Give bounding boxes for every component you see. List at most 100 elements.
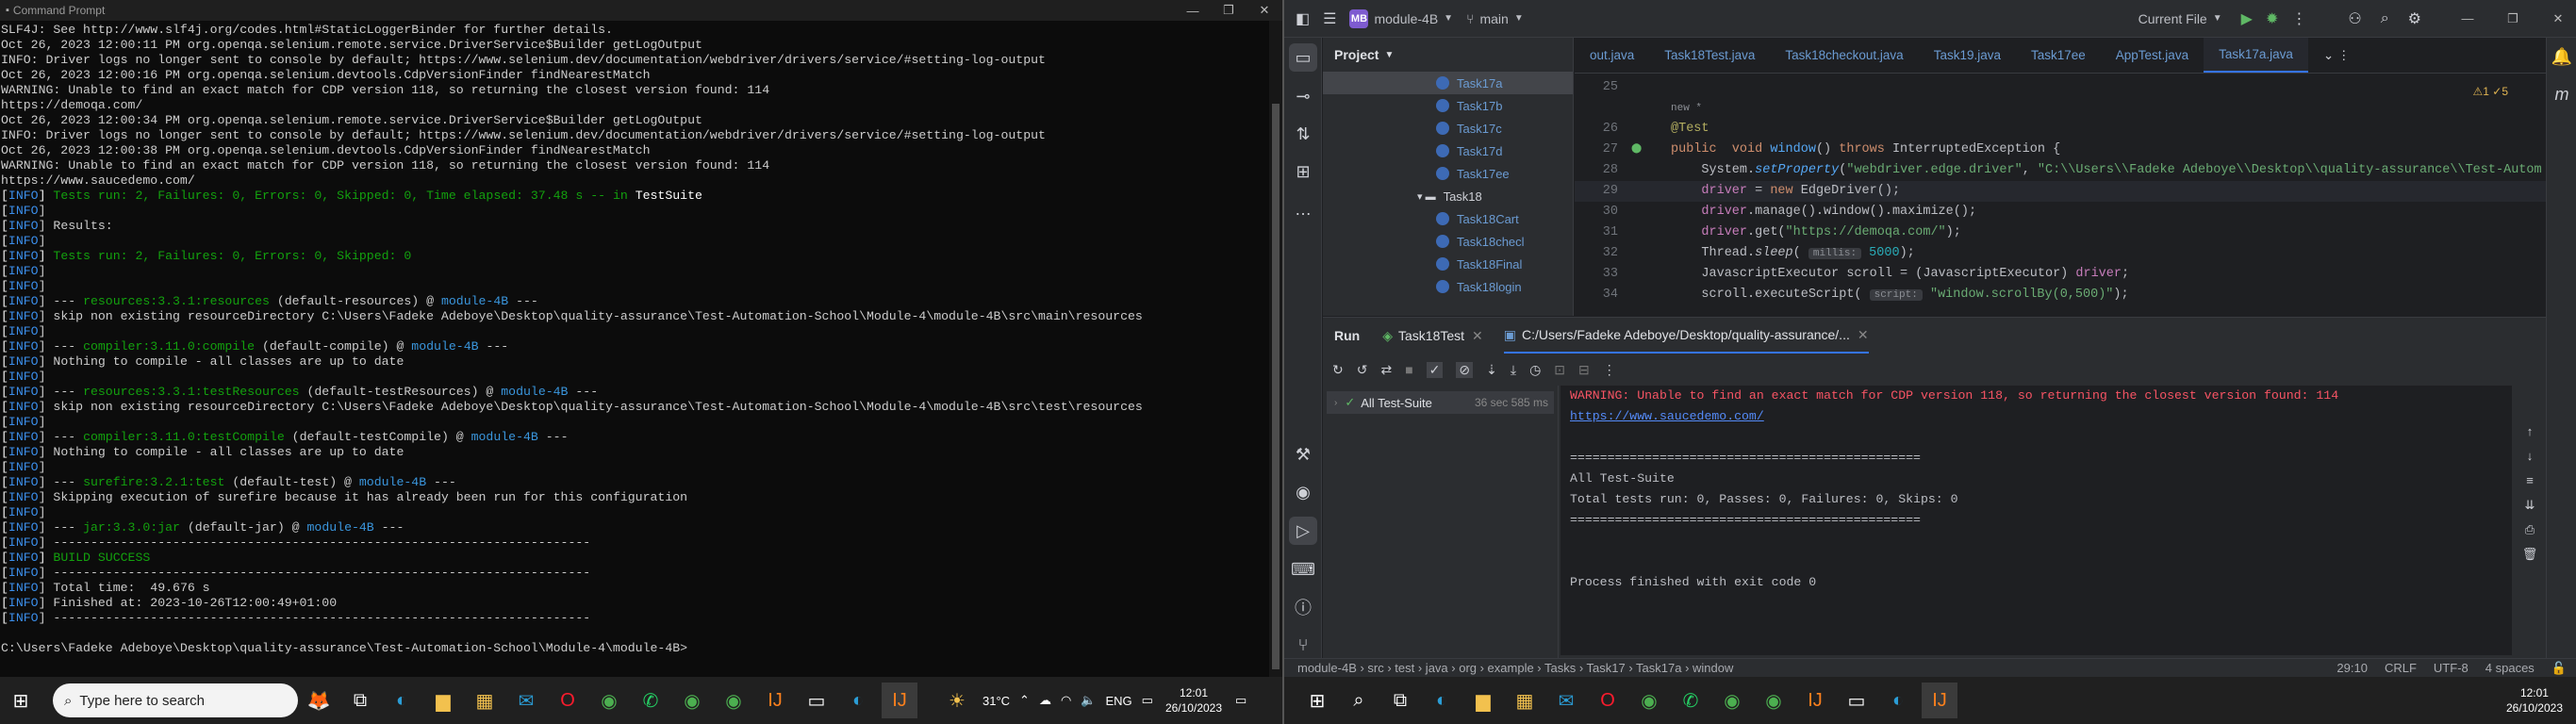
gutter[interactable] — [1631, 77, 1671, 98]
rerun-failed-icon[interactable]: ↺ — [1357, 362, 1368, 378]
tab-overflow-icon[interactable]: ⌄ ⋮ — [2308, 38, 2366, 73]
edge-icon[interactable]: ◐ — [384, 683, 420, 718]
editor-tab[interactable]: out.java — [1575, 38, 1649, 73]
export-icon[interactable]: ⊡ — [1554, 362, 1565, 378]
show-ignored-icon[interactable]: ⊘ — [1456, 361, 1474, 378]
command-prompt-window[interactable]: ▪ Command Prompt — ❐ ✕ SLF4J: See http:/… — [0, 0, 1282, 677]
stop-icon[interactable]: ■ — [1405, 362, 1412, 377]
run-tool-icon[interactable]: ▷ — [1289, 517, 1317, 545]
close-tab-icon[interactable]: ✕ — [1472, 328, 1483, 344]
task-view-icon[interactable]: ⧉ — [1382, 683, 1418, 718]
rerun-icon[interactable]: ↻ — [1332, 362, 1344, 378]
console-link[interactable]: https://www.saucedemo.com/ — [1570, 406, 2512, 427]
chrome-icon[interactable]: ◉ — [1756, 683, 1792, 718]
tree-class-item[interactable]: Task17a — [1323, 72, 1573, 94]
project-switcher[interactable]: MB module-4B ▼ — [1349, 8, 1453, 28]
tree-class-item[interactable]: Task18checl — [1323, 230, 1573, 253]
opera-icon[interactable]: O — [1590, 683, 1626, 718]
collapse-icon[interactable]: ⊟ — [1578, 362, 1590, 378]
add-user-icon[interactable]: ⚇ — [2348, 9, 2361, 28]
tree-class-item[interactable]: Task17c — [1323, 117, 1573, 140]
gutter[interactable] — [1631, 264, 1671, 285]
volume-icon[interactable]: 🔈 — [1081, 693, 1096, 708]
toggle-autotest-icon[interactable]: ⇄ — [1380, 362, 1392, 378]
project-tool-icon[interactable]: ▭ — [1289, 43, 1317, 72]
run-config-selector[interactable]: Current File ▼ — [2138, 11, 2222, 26]
cmd-titlebar[interactable]: ▪ Command Prompt — ❐ ✕ — [0, 0, 1282, 21]
tree-class-item[interactable]: Task17d — [1323, 140, 1573, 162]
tree-class-item[interactable]: Task18Final — [1323, 253, 1573, 275]
run-icon[interactable]: ▶ — [2241, 9, 2253, 28]
chrome-icon[interactable]: ◉ — [1714, 683, 1750, 718]
fox-logo-icon[interactable]: 🦊 — [301, 683, 337, 718]
project-panel-header[interactable]: Project ▼ — [1323, 38, 1573, 72]
test-suite-row[interactable]: › ✓ All Test-Suite 36 sec 585 ms — [1327, 391, 1554, 414]
more-actions-icon[interactable]: ⋮ — [2291, 9, 2306, 28]
chrome-icon[interactable]: ◉ — [1631, 683, 1667, 718]
opera-icon[interactable]: O — [550, 683, 586, 718]
editor-tab[interactable]: AppTest.java — [2101, 38, 2204, 73]
file-explorer-icon[interactable]: ▆ — [425, 683, 461, 718]
calendar-icon[interactable]: ▦ — [1507, 683, 1543, 718]
network-icon[interactable]: ☁ — [1039, 693, 1051, 708]
pull-requests-icon[interactable]: ⇅ — [1284, 115, 1322, 153]
code-line[interactable]: 31 driver.get("https://demoqa.com/"); — [1575, 222, 2546, 243]
tree-class-item[interactable]: Task17b — [1323, 94, 1573, 117]
terminal-icon[interactable]: ▭ — [1839, 683, 1874, 718]
problems-icon[interactable]: ⓘ — [1284, 588, 1322, 626]
code-line[interactable]: new * — [1575, 98, 2546, 119]
commit-tool-icon[interactable]: ⊸ — [1284, 77, 1322, 115]
lock-icon[interactable]: 🔓 — [2551, 661, 2567, 676]
gutter[interactable] — [1631, 98, 1671, 119]
structure-icon[interactable]: ⊞ — [1284, 153, 1322, 190]
code-editor[interactable]: out.java Task18Test.java Task18checkout.ja… — [1575, 38, 2546, 316]
edge-icon[interactable]: ◐ — [1424, 683, 1460, 718]
maximize-button[interactable]: ❐ — [1211, 3, 1247, 18]
tree-class-item[interactable]: Task17ee — [1323, 162, 1573, 185]
intellij-icon[interactable]: IJ — [882, 683, 917, 718]
gutter[interactable] — [1631, 202, 1671, 222]
branch-switcher[interactable]: ⑂ main ▼ — [1466, 11, 1524, 26]
debug-icon[interactable]: ✹ — [2266, 9, 2278, 28]
expand-arrow-icon[interactable]: › — [1334, 398, 1337, 408]
editor-tab[interactable]: Task17ee — [2016, 38, 2101, 73]
soft-wrap-icon[interactable]: ≡ — [2514, 469, 2546, 493]
tree-folder[interactable]: ▾ ▬ Task18 — [1323, 185, 1573, 207]
sort-icon[interactable]: ⇣ — [1486, 362, 1497, 378]
code-line[interactable]: 29 driver = new EdgeDriver(); — [1575, 181, 2546, 202]
cmd-console-output[interactable]: SLF4J: See http://www.slf4j.org/codes.ht… — [0, 23, 1269, 677]
caret-position[interactable]: 29:10 — [2337, 661, 2368, 675]
gutter[interactable] — [1631, 119, 1671, 140]
clock[interactable]: 12:01 26/10/2023 — [1165, 685, 1222, 716]
whatsapp-icon[interactable]: ✆ — [1673, 683, 1709, 718]
code-line[interactable]: 27 ⬤ public void window() throws Interrupt… — [1575, 140, 2546, 160]
intellij-icon[interactable]: IJ — [1797, 683, 1833, 718]
maven-icon[interactable]: m — [2547, 75, 2576, 113]
scroll-down-icon[interactable]: ↓ — [2514, 444, 2546, 469]
windows-start-icon[interactable]: ⊞ — [1299, 683, 1335, 718]
ide-close-button[interactable]: ✕ — [2540, 11, 2576, 26]
more-tools-icon[interactable]: … — [1284, 190, 1322, 228]
build-icon[interactable]: ⚒ — [1284, 436, 1322, 473]
print-icon[interactable]: ⎙ — [2514, 518, 2546, 542]
file-explorer-icon[interactable]: ▆ — [1465, 683, 1501, 718]
intellij-icon[interactable]: IJ — [757, 683, 793, 718]
search-icon[interactable]: ⌕ — [1341, 683, 1377, 718]
code-line[interactable]: 34 scroll.executeScript( script: "window… — [1575, 285, 2546, 305]
tray-expand-icon[interactable]: ⌃ — [1019, 693, 1030, 708]
main-menu-icon[interactable]: ☰ — [1323, 9, 1336, 28]
battery-icon[interactable]: ▭ — [1142, 693, 1153, 708]
chrome-icon[interactable]: ◉ — [674, 683, 710, 718]
whatsapp-icon[interactable]: ✆ — [633, 683, 669, 718]
gutter[interactable] — [1631, 285, 1671, 305]
edge-icon[interactable]: ◐ — [840, 683, 876, 718]
editor-tab[interactable]: Task18Test.java — [1649, 38, 1770, 73]
close-button[interactable]: ✕ — [1247, 3, 1282, 18]
terminal-icon[interactable]: ⌨ — [1284, 551, 1322, 588]
chrome-icon[interactable]: ◉ — [716, 683, 751, 718]
editor-tab[interactable]: Task19.java — [1919, 38, 2016, 73]
tree-class-item[interactable]: Task18login — [1323, 275, 1573, 298]
scroll-up-icon[interactable]: ↑ — [2514, 420, 2546, 444]
gutter[interactable] — [1631, 181, 1671, 202]
task-view-icon[interactable]: ⧉ — [342, 683, 378, 718]
